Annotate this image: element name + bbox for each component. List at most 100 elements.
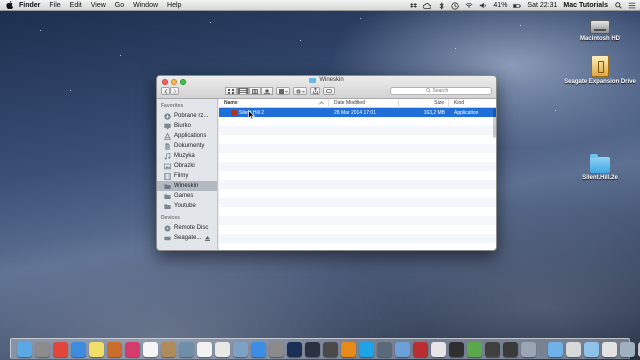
- notes-icon[interactable]: [197, 341, 212, 357]
- menu-edit[interactable]: Edit: [70, 2, 82, 9]
- search-field[interactable]: [390, 87, 492, 95]
- eject-icon[interactable]: [204, 235, 211, 241]
- arrange-button[interactable]: [276, 87, 290, 95]
- downloads-stack-icon[interactable]: [584, 341, 599, 357]
- action-button[interactable]: [293, 87, 307, 95]
- pencil-icon[interactable]: [107, 341, 122, 357]
- sidebar-item-downloads[interactable]: Pobrane rz...: [157, 111, 217, 121]
- file-list: Name Date Modified Size Kind Silent Hill…: [219, 98, 496, 250]
- safari-icon[interactable]: [71, 341, 86, 357]
- table-row[interactable]: Silent Hill 2 28 Mar 2014 17:01 163,2 MB…: [219, 108, 496, 117]
- vlc-icon[interactable]: [341, 341, 356, 357]
- preview-icon[interactable]: [233, 341, 248, 357]
- sidebar-item-music[interactable]: Muzyka: [157, 151, 217, 161]
- battery-icon[interactable]: [513, 2, 522, 10]
- sidebar-item-applications[interactable]: Applications: [157, 131, 217, 141]
- cover-flow-button[interactable]: [261, 87, 273, 95]
- menu-file[interactable]: File: [49, 2, 60, 9]
- empty-row: [219, 234, 496, 243]
- external-drive-icon: [164, 235, 171, 241]
- sidebar-item-wineskin[interactable]: Wineskin: [157, 181, 217, 191]
- dropbox-icon[interactable]: [409, 2, 417, 10]
- sound-icon[interactable]: [377, 341, 392, 357]
- column-size-header[interactable]: Size: [399, 98, 449, 108]
- lightroom-icon[interactable]: [305, 341, 320, 357]
- tags-button[interactable]: [323, 87, 335, 95]
- contacts-icon[interactable]: [161, 341, 176, 357]
- applications-icon: [164, 132, 171, 140]
- finder-icon[interactable]: [17, 341, 32, 357]
- settings-icon[interactable]: [269, 341, 284, 357]
- desktop-item-silent-hill-folder[interactable]: Silent.Hill.2e: [565, 154, 635, 181]
- chrome-icon[interactable]: [53, 341, 68, 357]
- finalcut-icon[interactable]: [323, 341, 338, 357]
- menu-app-name[interactable]: Finder: [19, 2, 40, 9]
- sidebar-item-movies[interactable]: Filmy: [157, 171, 217, 181]
- stickies-icon[interactable]: [89, 341, 104, 357]
- image-stack-icon[interactable]: [620, 341, 635, 357]
- desktop-item-seagate[interactable]: Seagate Expansion Drive: [564, 55, 636, 85]
- user-name[interactable]: Mac Tutorials: [563, 2, 608, 9]
- back-button[interactable]: [161, 87, 170, 95]
- skype-icon[interactable]: [359, 341, 374, 357]
- sidebar-item-remote-disc[interactable]: Remote Disc: [157, 223, 217, 233]
- sidebar-item-documents[interactable]: Dokumenty: [157, 141, 217, 151]
- vertical-scrollbar[interactable]: [493, 108, 496, 243]
- folder-icon: [164, 203, 171, 209]
- sidebar-item-desktop[interactable]: Biurko: [157, 121, 217, 131]
- menu-help[interactable]: Help: [167, 2, 181, 9]
- desktop-item-macintosh-hd[interactable]: Macintosh HD: [565, 20, 635, 42]
- screenshot-stack-icon[interactable]: [602, 341, 617, 357]
- photo-icon[interactable]: [179, 341, 194, 357]
- menu-go[interactable]: Go: [115, 2, 124, 9]
- spotlight-icon[interactable]: [614, 2, 622, 10]
- media-icon[interactable]: [485, 341, 500, 357]
- icon-view-button[interactable]: [225, 87, 237, 95]
- finder-window: Wineskin Favorites: [156, 75, 497, 251]
- share-button[interactable]: [310, 87, 320, 95]
- column-name-header[interactable]: Name: [219, 98, 329, 108]
- green-app-icon[interactable]: [467, 341, 482, 357]
- documents-stack-icon[interactable]: [566, 341, 581, 357]
- window-titlebar[interactable]: Wineskin: [157, 76, 496, 99]
- file-date: 28 Mar 2014 17:01: [334, 109, 376, 116]
- column-date-header[interactable]: Date Modified: [329, 98, 399, 108]
- textedit-icon[interactable]: [215, 341, 230, 357]
- notification-center-icon[interactable]: [628, 2, 636, 10]
- clapper-icon[interactable]: [503, 341, 518, 357]
- desktop-item-label: Macintosh HD: [579, 36, 620, 42]
- music-icon: [164, 152, 171, 160]
- wifi-icon[interactable]: [465, 2, 473, 10]
- column-kind-header[interactable]: Kind: [449, 99, 496, 108]
- toolbar: [161, 86, 492, 96]
- search-input[interactable]: [432, 88, 457, 94]
- clock-icon[interactable]: [431, 341, 446, 357]
- cloud-icon[interactable]: [423, 2, 432, 10]
- video-icon[interactable]: [449, 341, 464, 357]
- empty-row: [219, 243, 496, 250]
- menu-view[interactable]: View: [91, 2, 106, 9]
- calendar-icon[interactable]: [143, 341, 158, 357]
- sidebar-item-youtube[interactable]: Youtube: [157, 201, 217, 211]
- forward-button[interactable]: [170, 87, 179, 95]
- volume-icon[interactable]: [479, 2, 487, 10]
- photoshop-icon[interactable]: [287, 341, 302, 357]
- menu-window[interactable]: Window: [133, 2, 158, 9]
- sidebar-item-games[interactable]: Games: [157, 191, 217, 201]
- red-app-icon[interactable]: [413, 341, 428, 357]
- time-machine-icon[interactable]: [451, 1, 460, 10]
- applications-folder-icon[interactable]: [548, 341, 563, 357]
- folder-icon: [309, 77, 317, 83]
- launchpad-icon[interactable]: [35, 341, 50, 357]
- sidebar-item-seagate[interactable]: Seagate...: [157, 233, 217, 243]
- clock[interactable]: Sat 22:31: [527, 2, 557, 9]
- column-view-button[interactable]: [249, 87, 261, 95]
- itunes-icon[interactable]: [125, 341, 140, 357]
- apple-icon[interactable]: [5, 1, 13, 10]
- mail-icon[interactable]: [395, 341, 410, 357]
- player-icon[interactable]: [521, 341, 536, 357]
- list-view-button[interactable]: [237, 87, 249, 95]
- sidebar-item-pictures[interactable]: Obrazki: [157, 161, 217, 171]
- app-store-icon[interactable]: [251, 341, 266, 357]
- bluetooth-icon[interactable]: [437, 1, 445, 10]
